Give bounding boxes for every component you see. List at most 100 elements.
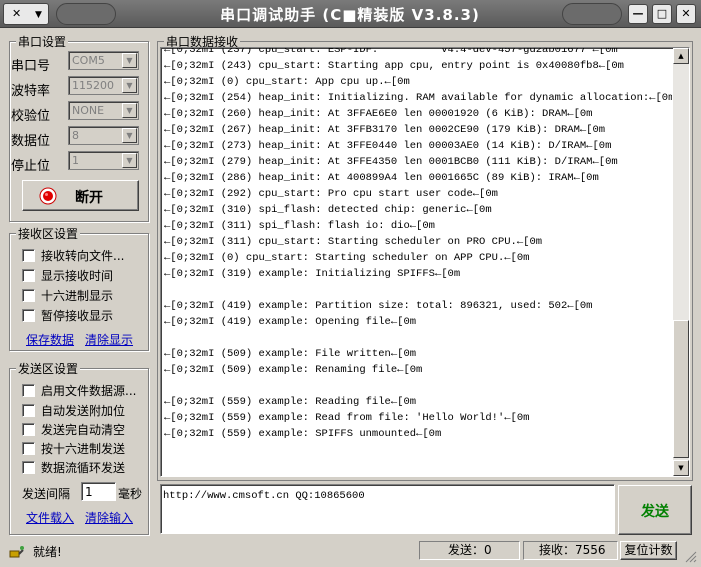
hex-display-option[interactable]: 十六进制显示: [22, 287, 114, 303]
status-port-icon: [9, 546, 24, 558]
baud-value: 115200: [72, 79, 114, 92]
maximize-button[interactable]: □: [652, 4, 672, 24]
hex-send-option[interactable]: 按十六进制发送: [22, 440, 126, 456]
receive-log-line: [164, 378, 672, 394]
send-label: 发送: [641, 504, 669, 520]
window-menu-button[interactable]: ✕ ▼: [3, 3, 49, 25]
received-count-cell: 接收：7556: [523, 541, 618, 560]
receive-log-line: ←[0;32mI (243) cpu_start: Starting app c…: [164, 60, 624, 72]
receive-log-line: ←[0;32mI (559) example: SPIFFS unmounted…: [164, 428, 442, 440]
hex-send-checkbox[interactable]: [22, 442, 35, 455]
receive-log-line: ←[0;32mI (286) heap_init: At 400899A4 le…: [164, 172, 599, 184]
parity-value: NONE: [72, 104, 105, 117]
pause-recv-option[interactable]: 暂停接收显示: [22, 307, 114, 323]
receive-log-line: ←[0;32mI (509) example: Renaming file←[0…: [164, 364, 423, 376]
show-recv-time-option[interactable]: 显示接收时间: [22, 267, 113, 283]
minimize-button[interactable]: —: [628, 4, 648, 24]
load-file-link[interactable]: 文件载入: [26, 509, 74, 526]
send-settings-title: 发送区设置: [16, 360, 81, 377]
send-interval-label: 发送间隔: [22, 487, 71, 501]
loop-send-option[interactable]: 数据流循环发送: [22, 459, 125, 475]
chevron-down-icon[interactable]: ▼: [122, 78, 137, 93]
auto-clear-label: 发送完自动清空: [41, 423, 126, 437]
chevron-down-icon[interactable]: ▼: [122, 128, 137, 143]
receive-log-line: ←[0;32mI (559) example: Reading file←[0m: [164, 396, 417, 408]
receive-log-line: ←[0;32mI (260) heap_init: At 3FFAE6E0 le…: [164, 108, 593, 120]
port-label: 串口号: [11, 59, 51, 74]
clear-input-link[interactable]: 清除输入: [85, 509, 133, 526]
pause-recv-checkbox[interactable]: [22, 309, 35, 322]
receive-log-line: ←[0;32mI (419) example: Partition size: …: [164, 300, 593, 312]
title-bar: ✕ ▼ 串口调试助手 (C■精装版 V3.8.3) — □ ✕: [0, 0, 701, 28]
receive-log-line: ←[0;32mI (0) cpu_start: App cpu up.←[0m: [164, 76, 410, 88]
pause-recv-label: 暂停接收显示: [41, 309, 114, 323]
receive-log-line: [164, 282, 672, 298]
show-recv-time-checkbox[interactable]: [22, 269, 35, 282]
scroll-up-icon[interactable]: ▲: [673, 48, 689, 64]
received-count: 接收：7556: [539, 543, 606, 557]
recv-to-file-option[interactable]: 接收转向文件...: [22, 247, 124, 263]
chevron-down-icon[interactable]: ▼: [122, 103, 137, 118]
receive-log-line: ←[0;32mI (273) heap_init: At 3FFE0440 le…: [164, 140, 612, 152]
hex-display-checkbox[interactable]: [22, 289, 35, 302]
disconnect-button[interactable]: 断开: [22, 180, 139, 211]
clear-display-link[interactable]: 清除显示: [85, 331, 133, 348]
close-button[interactable]: ✕: [676, 4, 696, 24]
stopbits-value: 1: [72, 154, 79, 167]
auto-append-checkbox[interactable]: [22, 404, 35, 417]
receive-log-line: ←[0;32mI (310) spi_flash: detected chip:…: [164, 204, 492, 216]
resize-grip-icon[interactable]: [683, 549, 697, 563]
auto-clear-option[interactable]: 发送完自动清空: [22, 421, 126, 437]
loop-send-checkbox[interactable]: [22, 461, 35, 474]
file-source-label: 启用文件数据源...: [41, 384, 137, 398]
receive-log-line: ←[0;32mI (237) cpu_start: ESP-IDF: v4.4-…: [164, 47, 618, 56]
port-select[interactable]: COM5 ▼: [68, 51, 139, 70]
databits-label: 数据位: [11, 134, 51, 149]
chevron-down-icon[interactable]: ▼: [122, 53, 137, 68]
file-source-checkbox[interactable]: [22, 384, 35, 397]
send-button[interactable]: 发送: [618, 485, 692, 535]
receive-log-line: ←[0;32mI (279) heap_init: At 3FFE4350 le…: [164, 156, 618, 168]
send-interval-unit: 毫秒: [118, 487, 143, 501]
scroll-thumb[interactable]: [673, 320, 689, 458]
auto-append-option[interactable]: 自动发送附加位: [22, 402, 126, 418]
serial-settings-title: 串口设置: [16, 33, 69, 50]
port-status-light-icon: [39, 187, 57, 205]
receive-settings-title: 接收区设置: [16, 225, 81, 242]
stopbits-select[interactable]: 1 ▼: [68, 151, 139, 170]
disconnect-label: 断开: [75, 190, 103, 206]
recv-to-file-checkbox[interactable]: [22, 249, 35, 262]
parity-label: 校验位: [11, 109, 51, 124]
chevron-down-icon: ▼: [35, 10, 42, 20]
title-decoration-left: [56, 3, 116, 25]
receive-text-area[interactable]: ←[0;32mI (237) cpu_start: ESP-IDF: v4.4-…: [160, 47, 690, 477]
receive-log-line: ←[0;32mI (0) cpu_start: Starting schedul…: [164, 252, 530, 264]
receive-log-line: ←[0;32mI (254) heap_init: Initializing. …: [164, 92, 672, 104]
receive-log: ←[0;32mI (237) cpu_start: ESP-IDF: v4.4-…: [164, 47, 672, 442]
databits-select[interactable]: 8 ▼: [68, 126, 139, 145]
receive-log-line: ←[0;32mI (311) spi_flash: flash io: dio←…: [164, 220, 435, 232]
file-source-option[interactable]: 启用文件数据源...: [22, 382, 137, 398]
auto-append-label: 自动发送附加位: [41, 404, 126, 418]
hex-send-label: 按十六进制发送: [41, 442, 126, 456]
hex-display-label: 十六进制显示: [41, 289, 114, 303]
receive-scrollbar[interactable]: ▲ ▼: [673, 48, 689, 476]
receive-log-line: [164, 330, 672, 346]
auto-clear-checkbox[interactable]: [22, 423, 35, 436]
save-data-link[interactable]: 保存数据: [26, 331, 74, 348]
receive-log-line: ←[0;32mI (419) example: Opening file←[0m: [164, 316, 417, 328]
sent-count-cell: 发送：0: [419, 541, 520, 560]
baud-label: 波特率: [11, 84, 51, 99]
reset-count-button[interactable]: 复位计数: [620, 541, 677, 560]
baud-select[interactable]: 115200 ▼: [68, 76, 139, 95]
sent-count: 发送：0: [448, 543, 492, 557]
send-interval-input[interactable]: [81, 482, 116, 501]
port-value: COM5: [72, 54, 105, 67]
scroll-down-icon[interactable]: ▼: [673, 460, 689, 476]
send-text-input[interactable]: http://www.cmsoft.cn QQ:10865600: [160, 484, 615, 534]
receive-log-line: ←[0;32mI (559) example: Read from file: …: [164, 412, 530, 424]
window-title: 串口调试助手 (C■精装版 V3.8.3): [220, 6, 480, 24]
parity-select[interactable]: NONE ▼: [68, 101, 139, 120]
receive-log-line: ←[0;32mI (292) cpu_start: Pro cpu start …: [164, 188, 498, 200]
chevron-down-icon[interactable]: ▼: [122, 153, 137, 168]
